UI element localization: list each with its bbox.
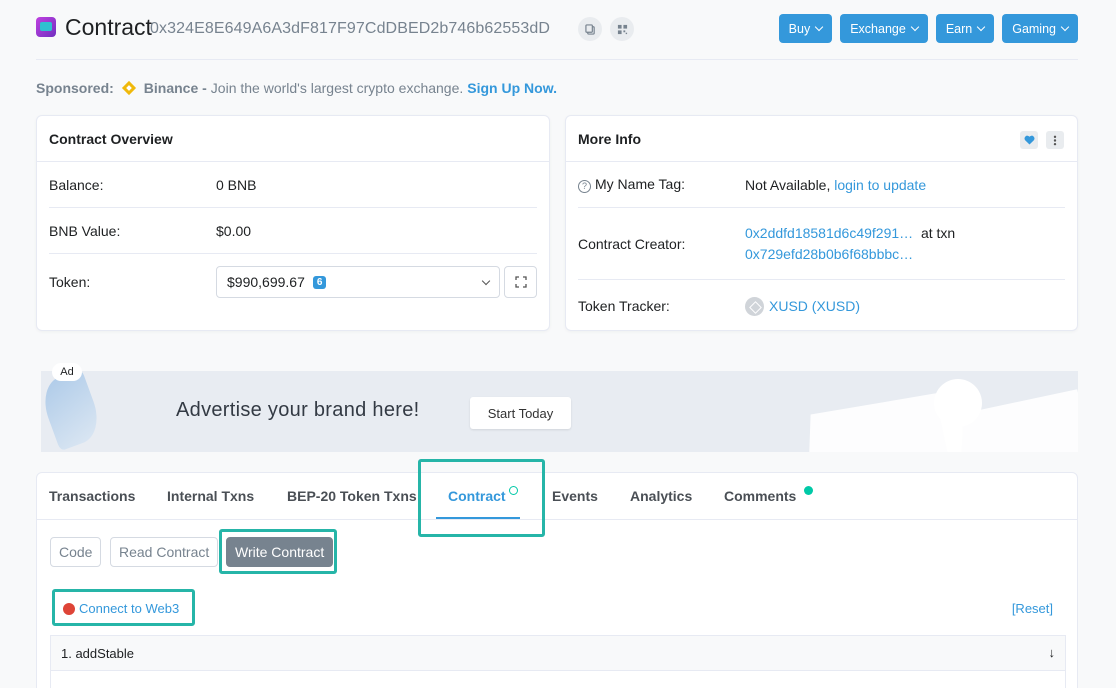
tab-contract[interactable]: Contract <box>448 486 518 504</box>
binance-logo-icon <box>120 79 138 97</box>
buy-button[interactable]: Buy <box>778 14 833 43</box>
qr-code-button[interactable] <box>610 17 634 41</box>
name-tag-value: Not Available, <box>745 176 831 193</box>
token-holdings-dropdown[interactable]: $990,699.67 6 <box>216 266 500 298</box>
card-title: Contract Overview <box>37 116 549 162</box>
advertisement-banner[interactable]: Advertise your brand here! Start Today <box>41 371 1078 452</box>
new-indicator-icon <box>804 486 814 495</box>
chevron-down-icon <box>814 22 824 32</box>
creator-label: Contract Creator: <box>578 235 686 252</box>
favorite-button[interactable] <box>1020 131 1038 149</box>
token-count-badge: 6 <box>312 275 327 289</box>
sign-up-link[interactable]: Sign Up Now. <box>467 80 557 96</box>
chevron-down-icon <box>976 22 986 32</box>
expand-icon <box>514 276 527 288</box>
token-tracker-link[interactable]: XUSD (XUSD) <box>769 298 860 314</box>
token-value: $990,699.67 <box>227 274 305 290</box>
function-label: 1. addStable <box>61 645 135 661</box>
verified-check-icon <box>508 486 518 495</box>
qr-code-icon <box>617 24 627 34</box>
token-label: Token: <box>49 274 91 290</box>
reset-link[interactable]: [Reset] <box>1012 601 1053 616</box>
tab-analytics[interactable]: Analytics <box>630 488 692 504</box>
more-vertical-icon <box>1053 135 1057 145</box>
function-row-add-stable[interactable]: 1. addStable ↓ <box>50 635 1066 671</box>
contract-creator-row: Contract Creator: 0x2ddfd18581d6c49f291…… <box>578 208 1065 280</box>
read-contract-button[interactable]: Read Contract <box>110 537 219 567</box>
chevron-down-icon <box>910 22 920 32</box>
sponsor-name: Binance - <box>143 80 207 96</box>
tab-bar: Transactions Internal Txns BEP-20 Token … <box>37 473 1077 520</box>
contract-overview-card: Contract Overview Balance: 0 BNB BNB Val… <box>36 115 550 331</box>
sponsor-text: Join the world's largest crypto exchange… <box>210 80 464 96</box>
tab-bep20-token-txns[interactable]: BEP-20 Token Txns <box>287 488 417 504</box>
tab-transactions[interactable]: Transactions <box>49 488 135 504</box>
start-today-button[interactable]: Start Today <box>470 397 571 429</box>
exchange-button[interactable]: Exchange <box>840 14 928 43</box>
ad-label: Ad <box>52 363 82 381</box>
ad-decoration <box>41 371 106 452</box>
name-tag-row: ? My Name Tag: Not Available, login to up… <box>578 162 1065 208</box>
copy-icon <box>584 23 595 35</box>
tab-internal-txns[interactable]: Internal Txns <box>167 488 254 504</box>
gaming-button[interactable]: Gaming <box>1002 14 1078 43</box>
contract-tabs-card: Transactions Internal Txns BEP-20 Token … <box>36 472 1078 688</box>
sponsored-label: Sponsored: <box>36 80 114 96</box>
more-options-button[interactable] <box>1046 131 1064 149</box>
connect-to-web3-button[interactable]: Connect to Web3 <box>63 601 179 616</box>
disconnected-status-icon <box>63 602 75 615</box>
ad-headline: Advertise your brand here! <box>176 399 420 421</box>
contract-logo-icon <box>36 17 56 37</box>
bnb-value: $0.00 <box>216 222 252 239</box>
balance-value: 0 BNB <box>216 176 257 193</box>
earn-button[interactable]: Earn <box>935 14 995 43</box>
arrow-down-icon: ↓ <box>1048 645 1056 660</box>
function-body <box>50 671 1066 688</box>
copy-address-button[interactable] <box>578 17 602 41</box>
question-icon: ? <box>578 179 591 193</box>
login-to-update-link[interactable]: login to update <box>834 177 926 193</box>
expand-token-button[interactable] <box>504 266 537 298</box>
balance-row: Balance: 0 BNB <box>49 162 537 208</box>
page-title: Contract <box>65 14 152 40</box>
chevron-down-icon <box>481 276 491 286</box>
page-header: Contract 0x324E8E649A6A3dF817F97CdDBED2b… <box>36 12 1078 60</box>
write-contract-button[interactable]: Write Contract <box>226 537 334 567</box>
xusd-token-icon <box>745 296 764 316</box>
tab-comments[interactable]: Comments <box>724 486 814 504</box>
active-tab-indicator <box>436 517 520 519</box>
bnb-value-row: BNB Value: $0.00 <box>49 208 537 254</box>
heart-icon <box>1024 135 1034 145</box>
code-button[interactable]: Code <box>50 537 102 567</box>
name-tag-label: My Name Tag: <box>595 176 685 193</box>
sponsored-banner: Sponsored: Binance - Join the world's la… <box>36 79 557 97</box>
tab-events[interactable]: Events <box>552 488 598 504</box>
top-nav-buttons: Buy Exchange Earn Gaming <box>778 14 1078 43</box>
bnb-value-label: BNB Value: <box>49 222 121 239</box>
balance-label: Balance: <box>49 176 104 193</box>
token-tracker-row: Token Tracker: XUSD (XUSD) <box>578 280 1065 332</box>
token-tracker-label: Token Tracker: <box>578 298 670 314</box>
at-txn-text: at txn <box>920 224 956 241</box>
creator-address-link[interactable]: 0x2ddfd18581d6c49f291… <box>745 225 913 241</box>
card-title: More Info <box>566 116 1077 162</box>
creator-txn-link[interactable]: 0x729efd28b0b6f68bbbc… <box>745 246 913 262</box>
chevron-down-icon <box>1060 22 1070 32</box>
more-info-card: More Info ? My Name Tag: Not Available, l… <box>565 115 1078 331</box>
contract-address: 0x324E8E649A6A3dF817F97CdDBED2b746b62553… <box>150 20 551 37</box>
